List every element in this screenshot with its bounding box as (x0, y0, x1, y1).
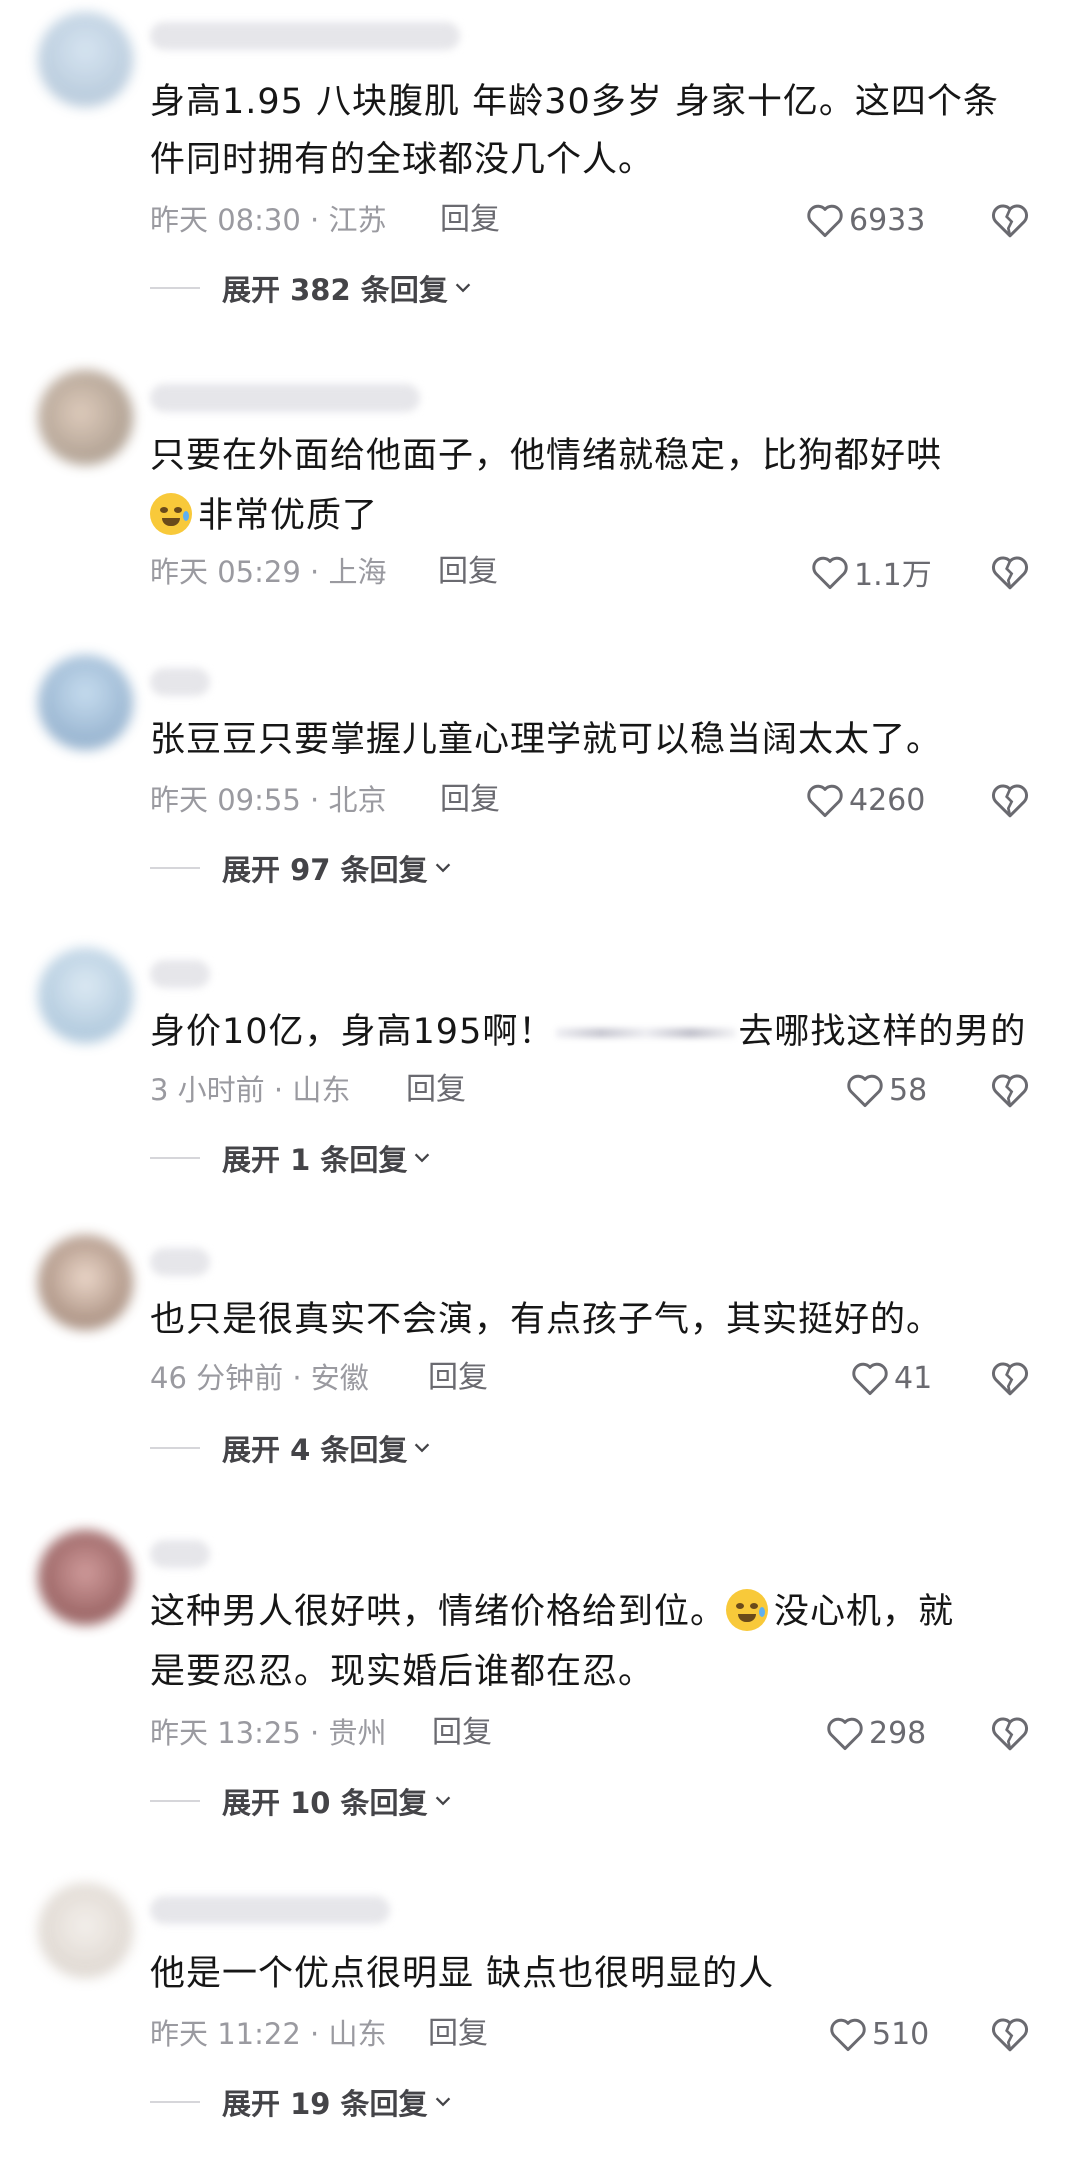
chevron-down-icon (455, 283, 470, 293)
broken-heart-icon[interactable] (990, 2014, 1030, 2054)
heart-outline-icon (807, 204, 843, 238)
username-blurred[interactable] (150, 960, 210, 988)
heart-outline-icon (852, 1362, 888, 1396)
divider-line (150, 867, 200, 869)
expand-replies-label: 展开 1 条回复 (222, 1143, 408, 1177)
comment-text-fragment: 身价10亿，身高195啊！ (150, 1012, 555, 1052)
comment-time-location: 昨天 08:30 · 江苏 (150, 203, 387, 237)
like-button[interactable]: 58 (845, 1070, 927, 1110)
avatar[interactable] (38, 655, 133, 750)
redacted-text (556, 1028, 737, 1038)
laughing-tears-emoji (726, 1589, 769, 1631)
avatar[interactable] (38, 12, 133, 107)
like-button[interactable]: 298 (825, 1713, 926, 1753)
like-button[interactable]: 41 (850, 1358, 932, 1398)
expand-replies-button[interactable]: 展开 1 条回复 (150, 1138, 433, 1178)
expand-replies-label: 展开 382 条回复 (222, 273, 448, 307)
expand-replies-label: 展开 19 条回复 (222, 2087, 428, 2121)
comment-text-fragment: 没心机，就 (774, 1592, 955, 1632)
username-blurred[interactable] (150, 1896, 390, 1924)
expand-replies-button[interactable]: 展开 4 条回复 (150, 1428, 433, 1468)
like-count: 6933 (849, 202, 926, 238)
divider-line (150, 1447, 200, 1449)
comment-time-location: 昨天 11:22 · 山东 (150, 2017, 387, 2051)
broken-heart-icon[interactable] (990, 1358, 1030, 1398)
username-blurred[interactable] (150, 1540, 210, 1568)
chevron-down-icon (435, 863, 450, 873)
heart-outline-icon (830, 2018, 866, 2052)
crying-face-emoji (150, 493, 192, 535)
expand-replies-label: 展开 4 条回复 (222, 1433, 408, 1467)
avatar[interactable] (38, 1883, 133, 1978)
comment-text-line: 身高1.95 八块腹肌 年龄30多岁 身家十亿。这四个条 (150, 82, 999, 122)
reply-button[interactable]: 回复 (432, 1713, 492, 1753)
comment-text-fragment: 去哪找这样的男的 (738, 1012, 1027, 1052)
heart-outline-icon (812, 556, 848, 590)
like-button[interactable]: 4260 (805, 780, 925, 820)
comment-text-line: 这种男人很好哄，情绪价格给到位。 没心机，就 (150, 1588, 954, 1636)
expand-replies-button[interactable]: 展开 10 条回复 (150, 1781, 454, 1821)
chevron-down-icon (435, 1796, 450, 1806)
comment-time-location: 46 分钟前 · 安徽 (150, 1361, 369, 1395)
reply-button[interactable]: 回复 (440, 200, 500, 240)
like-count: 58 (889, 1072, 928, 1108)
reply-button[interactable]: 回复 (438, 552, 498, 592)
divider-line (150, 1800, 200, 1802)
comment-text-line: 他是一个优点很明显 缺点也很明显的人 (150, 1954, 775, 1994)
like-count: 41 (894, 1360, 933, 1396)
like-button[interactable]: 1.1万 (810, 552, 932, 593)
broken-heart-icon[interactable] (990, 200, 1030, 240)
divider-line (150, 287, 200, 289)
reply-button[interactable]: 回复 (428, 1358, 488, 1398)
expand-replies-label: 展开 97 条回复 (222, 853, 428, 887)
reply-button[interactable]: 回复 (440, 780, 500, 820)
heart-outline-icon (847, 1074, 883, 1108)
expand-replies-label: 展开 10 条回复 (222, 1786, 428, 1820)
comment-text-fragment: 非常优质了 (198, 496, 379, 536)
username-blurred[interactable] (150, 1248, 210, 1276)
chevron-down-icon (435, 2097, 450, 2107)
chevron-down-icon (415, 1153, 430, 1163)
like-count: 4260 (849, 782, 926, 818)
expand-replies-button[interactable]: 展开 97 条回复 (150, 848, 454, 888)
divider-line (150, 1157, 200, 1159)
comment-time-location: 3 小时前 · 山东 (150, 1073, 351, 1107)
comment-text-line: 件同时拥有的全球都没几个人。 (150, 140, 655, 180)
like-button[interactable]: 510 (828, 2014, 929, 2054)
comment-time-location: 昨天 05:29 · 上海 (150, 555, 387, 589)
like-button[interactable]: 6933 (805, 200, 925, 240)
like-count: 298 (869, 1715, 927, 1751)
username-blurred[interactable] (150, 22, 460, 50)
broken-heart-icon[interactable] (990, 1713, 1030, 1753)
username-blurred[interactable] (150, 384, 420, 412)
comment-text-line: 是要忍忍。现实婚后谁都在忍。 (150, 1652, 655, 1692)
chevron-down-icon (415, 1443, 430, 1453)
comment-time-location: 昨天 13:25 · 贵州 (150, 1716, 387, 1750)
broken-heart-icon[interactable] (990, 780, 1030, 820)
avatar[interactable] (38, 948, 133, 1043)
avatar[interactable] (38, 1235, 133, 1330)
heart-outline-icon (827, 1717, 863, 1751)
heart-outline-icon (807, 784, 843, 818)
reply-button[interactable]: 回复 (428, 2014, 488, 2054)
reply-button[interactable]: 回复 (406, 1070, 466, 1110)
divider-line (150, 2101, 200, 2103)
comment-time-location: 昨天 09:55 · 北京 (150, 783, 387, 817)
broken-heart-icon[interactable] (990, 1070, 1030, 1110)
comment-text-line: 张豆豆只要掌握儿童心理学就可以稳当阔太太了。 (150, 720, 943, 760)
comment-text-line: 非常优质了 (150, 492, 378, 540)
broken-heart-icon[interactable] (990, 552, 1030, 592)
comment-text-line: 只要在外面给他面子，他情绪就稳定，比狗都好哄 (150, 436, 943, 476)
like-count: 1.1万 (854, 558, 932, 593)
comment-text-fragment: 这种男人很好哄，情绪价格给到位。 (150, 1592, 727, 1632)
comment-text-line: 身价10亿，身高195啊！ 去哪找这样的男的 (150, 1008, 1026, 1056)
expand-replies-button[interactable]: 展开 19 条回复 (150, 2082, 454, 2122)
username-blurred[interactable] (150, 668, 210, 696)
avatar[interactable] (38, 1530, 133, 1625)
expand-replies-button[interactable]: 展开 382 条回复 (150, 268, 474, 308)
comment-text-line: 也只是很真实不会演，有点孩子气，其实挺好的。 (150, 1300, 943, 1340)
like-count: 510 (872, 2016, 930, 2052)
avatar[interactable] (38, 370, 133, 465)
